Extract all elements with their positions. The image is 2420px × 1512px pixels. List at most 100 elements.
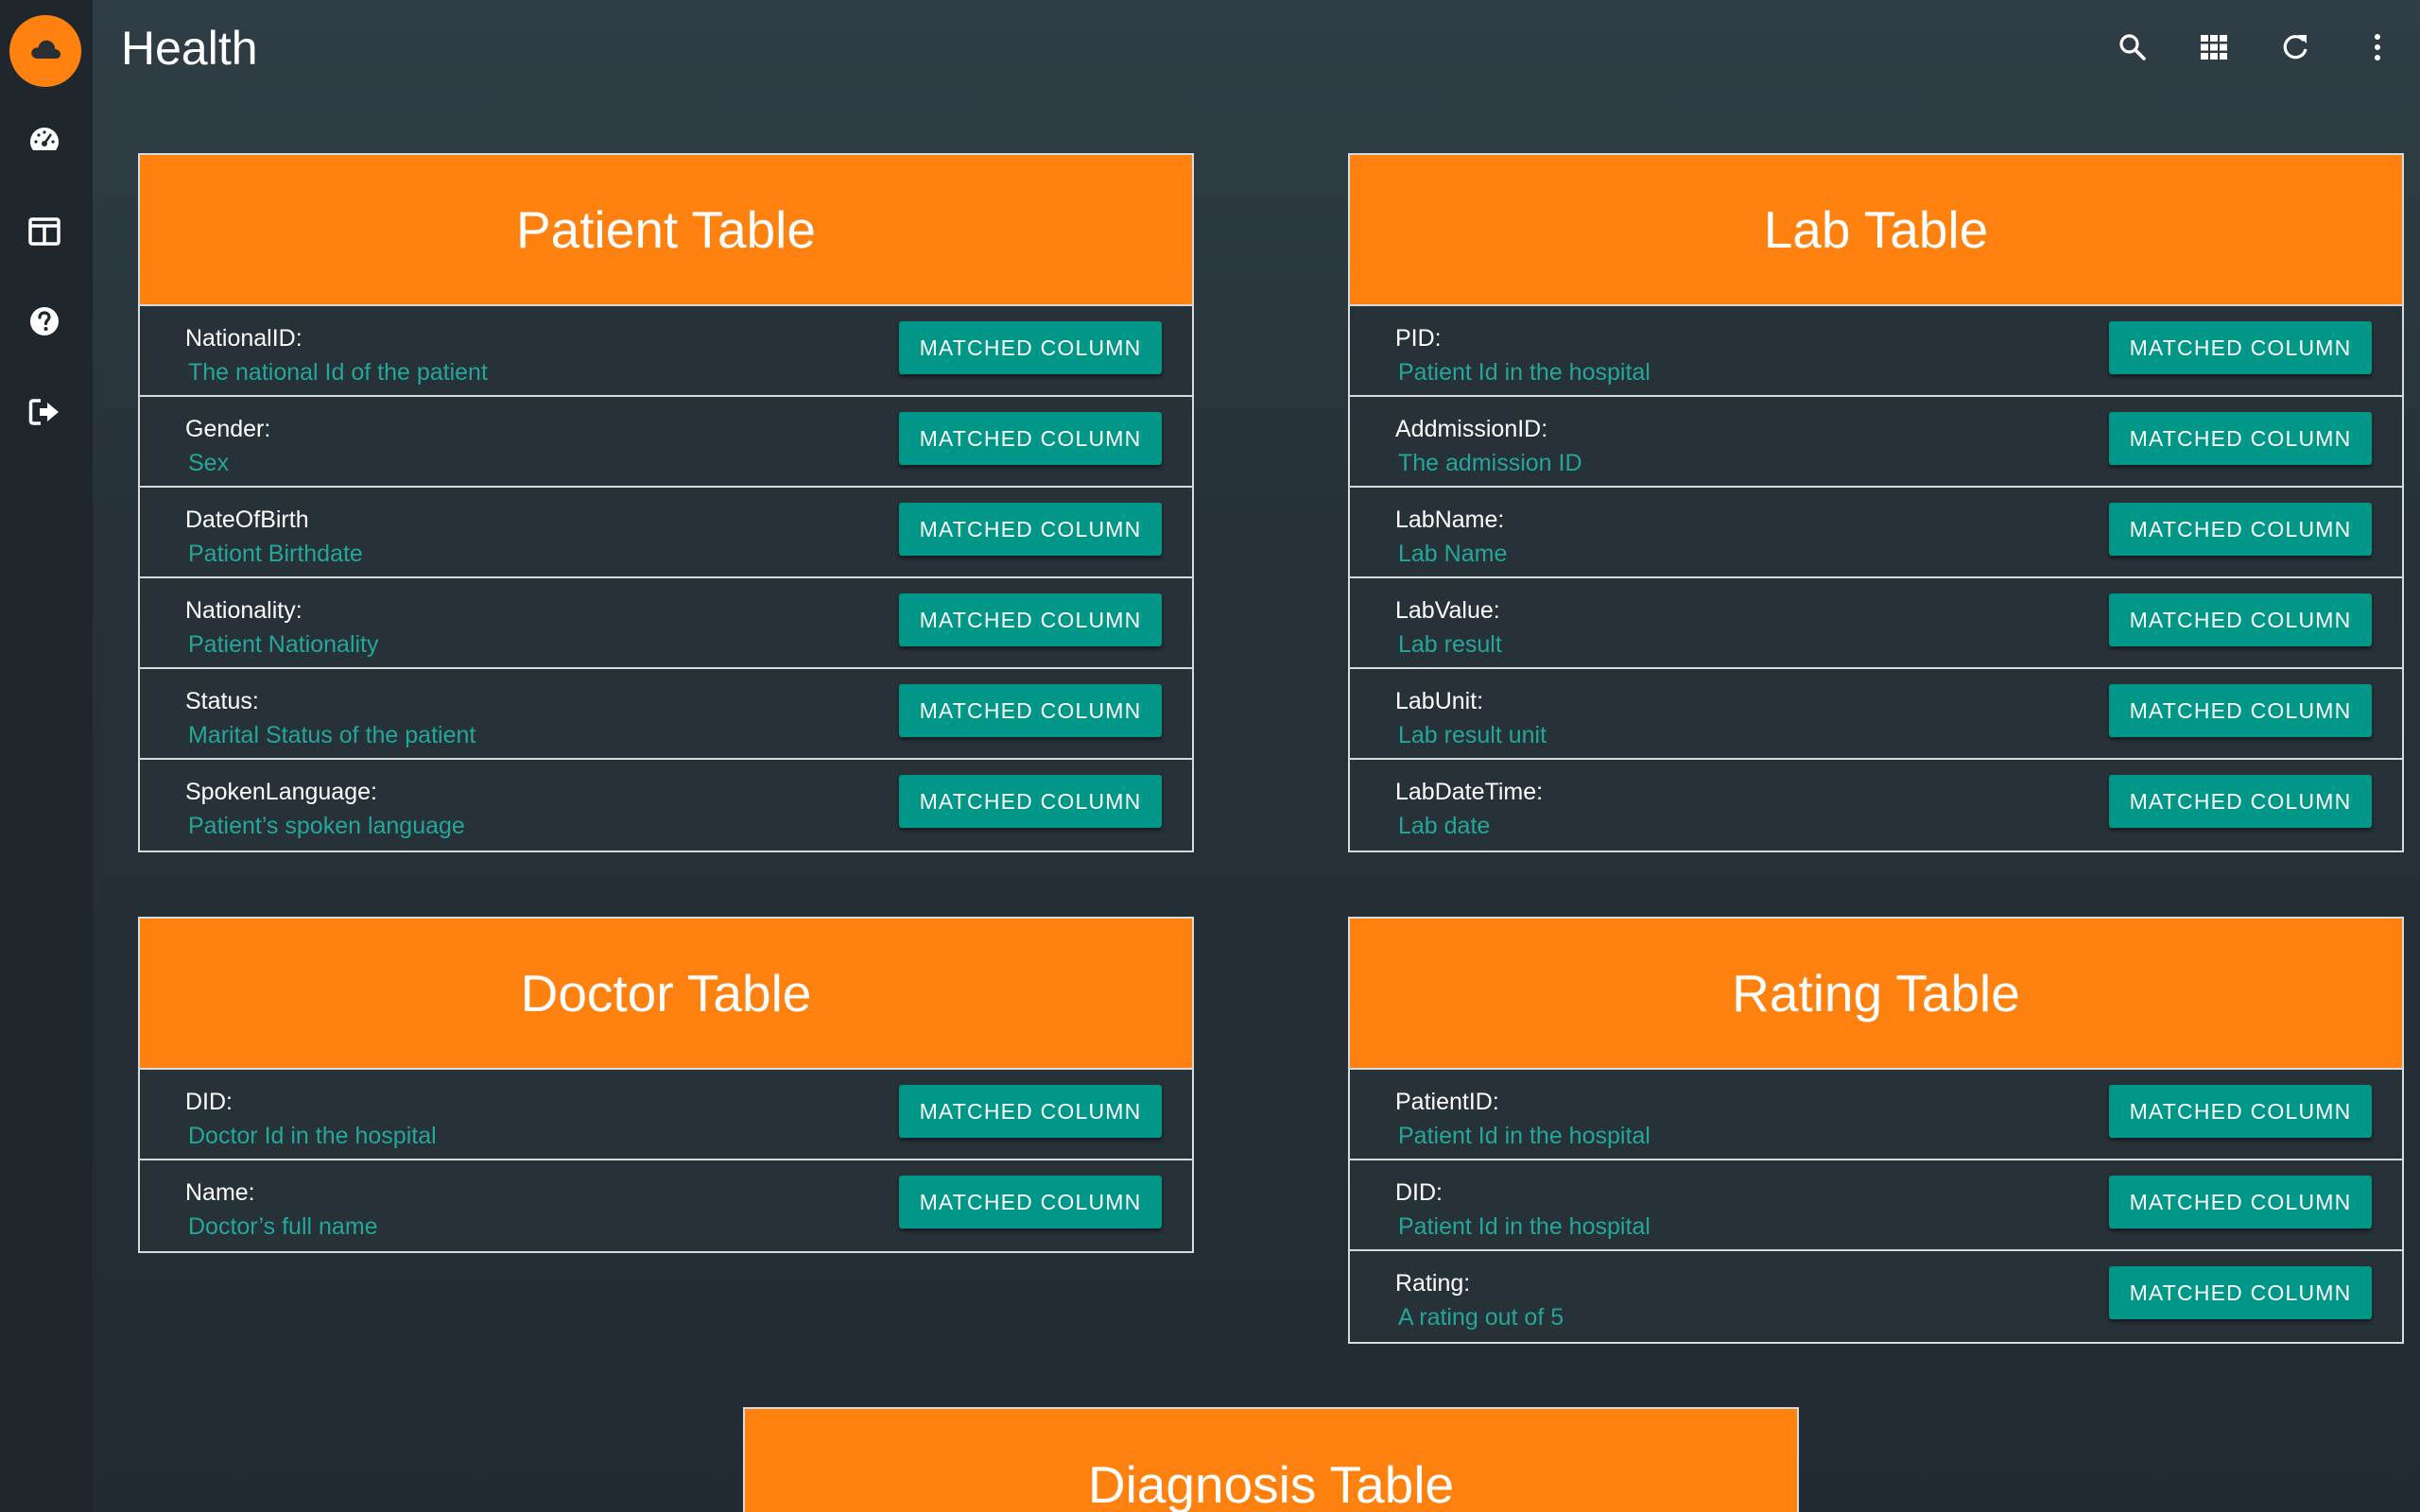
column-description: Patient Nationality <box>188 631 379 658</box>
logo-button[interactable] <box>9 15 81 87</box>
column-name: Name: <box>185 1179 255 1206</box>
column-name: SpokenLanguage: <box>185 779 377 805</box>
dashboard-icon <box>27 125 61 160</box>
table-layout-icon <box>28 216 60 250</box>
column-name: PID: <box>1395 325 1442 352</box>
column-name: DID: <box>185 1089 233 1115</box>
table-row: Rating: A rating out of 5 MATCHED COLUMN <box>1350 1251 2402 1342</box>
card-title: Doctor Table <box>520 964 812 1022</box>
sidebar <box>0 0 93 1512</box>
column-description: Patient Id in the hospital <box>1398 359 1651 386</box>
sidebar-item-logout[interactable] <box>26 395 63 433</box>
column-name: LabUnit: <box>1395 688 1484 714</box>
sidebar-item-dashboard[interactable] <box>26 123 63 161</box>
column-description: Lab Name <box>1398 541 1508 567</box>
matched-column-button[interactable]: MATCHED COLUMN <box>899 412 1162 465</box>
app-window: Health Patient Table NationalID: The nat… <box>0 0 2420 1512</box>
matched-column-button[interactable]: MATCHED COLUMN <box>899 593 1162 646</box>
table-row: SpokenLanguage: Patient’s spoken languag… <box>140 760 1192 850</box>
refresh-icon <box>2280 32 2310 67</box>
page-title: Health <box>121 22 258 75</box>
card-header: Lab Table <box>1350 155 2402 306</box>
table-row: LabValue: Lab result MATCHED COLUMN <box>1350 578 2402 669</box>
column-description: Sex <box>188 450 230 476</box>
card-header: Doctor Table <box>140 919 1192 1070</box>
matched-column-button[interactable]: MATCHED COLUMN <box>899 1085 1162 1138</box>
table-row: PatientID: Patient Id in the hospital MA… <box>1350 1070 2402 1160</box>
search-button[interactable] <box>2114 30 2152 68</box>
help-icon <box>28 305 60 342</box>
cloud-icon <box>29 38 61 65</box>
sidebar-item-tables[interactable] <box>26 215 63 252</box>
matched-column-button[interactable]: MATCHED COLUMN <box>2109 412 2372 465</box>
matched-column-button[interactable]: MATCHED COLUMN <box>2109 775 2372 828</box>
column-name: LabDateTime: <box>1395 779 1544 805</box>
column-description: Lab date <box>1398 813 1491 839</box>
card-title: Diagnosis Table <box>1087 1455 1455 1512</box>
matched-column-button[interactable]: MATCHED COLUMN <box>2109 1085 2372 1138</box>
column-description: Lab result <box>1398 631 1502 658</box>
matched-column-button[interactable]: MATCHED COLUMN <box>899 321 1162 374</box>
card-title: Patient Table <box>515 200 816 259</box>
matched-column-button[interactable]: MATCHED COLUMN <box>2109 1176 2372 1228</box>
table-row: PID: Patient Id in the hospital MATCHED … <box>1350 306 2402 397</box>
matched-column-button[interactable]: MATCHED COLUMN <box>899 775 1162 828</box>
card-title: Lab Table <box>1763 200 1989 259</box>
apps-button[interactable] <box>2195 30 2233 68</box>
column-name: DID: <box>1395 1179 1443 1206</box>
column-name: AddmissionID: <box>1395 416 1548 442</box>
column-description: Doctor Id in the hospital <box>188 1123 437 1149</box>
table-row: Nationality: Patient Nationality MATCHED… <box>140 578 1192 669</box>
table-row: DateOfBirth Pationt Birthdate MATCHED CO… <box>140 488 1192 578</box>
column-name: NationalID: <box>185 325 302 352</box>
column-description: Patient Id in the hospital <box>1398 1123 1651 1149</box>
column-description: Pationt Birthdate <box>188 541 363 567</box>
diagnosis-table-card: Diagnosis Table <box>743 1407 1799 1512</box>
search-icon <box>2118 32 2148 67</box>
lab-table-card: Lab Table PID: Patient Id in the hospita… <box>1348 153 2404 852</box>
column-name: LabName: <box>1395 507 1505 533</box>
doctor-table-card: Doctor Table DID: Doctor Id in the hospi… <box>138 917 1194 1253</box>
card-title: Rating Table <box>1732 964 2020 1022</box>
matched-column-button[interactable]: MATCHED COLUMN <box>899 684 1162 737</box>
table-row: AddmissionID: The admission ID MATCHED C… <box>1350 397 2402 488</box>
logout-icon <box>28 398 60 431</box>
card-header: Diagnosis Table <box>745 1409 1797 1512</box>
sidebar-item-help[interactable] <box>26 304 63 342</box>
more-vert-icon <box>2372 32 2383 67</box>
column-name: DateOfBirth <box>185 507 309 533</box>
refresh-button[interactable] <box>2276 30 2314 68</box>
matched-column-button[interactable]: MATCHED COLUMN <box>2109 684 2372 737</box>
table-row: Gender: Sex MATCHED COLUMN <box>140 397 1192 488</box>
table-row: DID: Doctor Id in the hospital MATCHED C… <box>140 1070 1192 1160</box>
matched-column-button[interactable]: MATCHED COLUMN <box>2109 593 2372 646</box>
column-name: Nationality: <box>185 597 302 624</box>
matched-column-button[interactable]: MATCHED COLUMN <box>2109 321 2372 374</box>
table-row: DID: Patient Id in the hospital MATCHED … <box>1350 1160 2402 1251</box>
column-description: Lab result unit <box>1398 722 1547 748</box>
matched-column-button[interactable]: MATCHED COLUMN <box>2109 503 2372 556</box>
card-header: Rating Table <box>1350 919 2402 1070</box>
column-description: Marital Status of the patient <box>188 722 476 748</box>
column-description: The admission ID <box>1398 450 1582 476</box>
matched-column-button[interactable]: MATCHED COLUMN <box>899 503 1162 556</box>
table-row: Status: Marital Status of the patient MA… <box>140 669 1192 760</box>
matched-column-button[interactable]: MATCHED COLUMN <box>2109 1266 2372 1319</box>
patient-table-card: Patient Table NationalID: The national I… <box>138 153 1194 852</box>
table-row: Name: Doctor’s full name MATCHED COLUMN <box>140 1160 1192 1251</box>
column-description: The national Id of the patient <box>188 359 488 386</box>
table-row: LabName: Lab Name MATCHED COLUMN <box>1350 488 2402 578</box>
column-description: Patient’s spoken language <box>188 813 465 839</box>
table-row: NationalID: The national Id of the patie… <box>140 306 1192 397</box>
card-header: Patient Table <box>140 155 1192 306</box>
column-name: Gender: <box>185 416 271 442</box>
column-description: A rating out of 5 <box>1398 1304 1564 1331</box>
matched-column-button[interactable]: MATCHED COLUMN <box>899 1176 1162 1228</box>
more-options-button[interactable] <box>2359 30 2396 68</box>
column-name: PatientID: <box>1395 1089 1499 1115</box>
column-description: Patient Id in the hospital <box>1398 1213 1651 1240</box>
rating-table-card: Rating Table PatientID: Patient Id in th… <box>1348 917 2404 1344</box>
table-row: LabUnit: Lab result unit MATCHED COLUMN <box>1350 669 2402 760</box>
column-name: Rating: <box>1395 1270 1471 1297</box>
column-name: LabValue: <box>1395 597 1500 624</box>
